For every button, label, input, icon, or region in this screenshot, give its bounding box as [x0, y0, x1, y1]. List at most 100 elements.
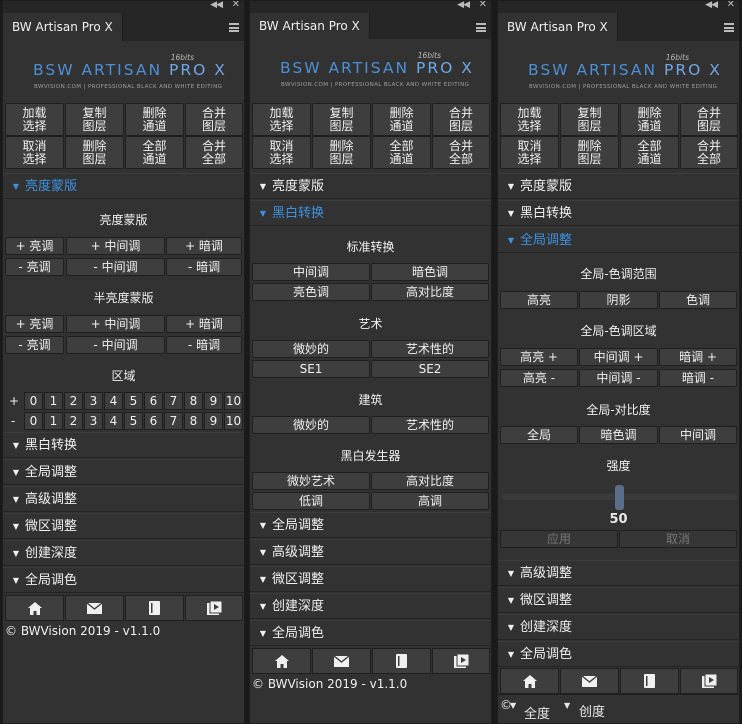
zone-minus-7-button[interactable]: 7 [164, 412, 183, 430]
std-midtone-button[interactable]: 中间调 [252, 263, 370, 281]
half-plus-dark-button[interactable]: + 暗调 [166, 315, 242, 333]
zone-plus-4-button[interactable]: 4 [104, 392, 123, 410]
lum-plus-mid-button[interactable]: + 中间调 [66, 237, 165, 255]
mail-button[interactable] [560, 668, 619, 694]
zone-minus-8-button[interactable]: 8 [184, 412, 203, 430]
gen-high-key-button[interactable]: 高调 [371, 492, 489, 510]
mail-button[interactable] [65, 595, 124, 621]
zone-mid-plus-button[interactable]: 中间调 + [579, 348, 658, 366]
range-highlight-button[interactable]: 高亮 [500, 291, 578, 309]
zone-plus-3-button[interactable]: 3 [84, 392, 103, 410]
zone-highlight-plus-button[interactable]: 高亮 + [500, 348, 578, 366]
mail-button[interactable] [312, 648, 371, 674]
section-create-depth[interactable]: ▼ 创建深度 [498, 614, 739, 640]
home-button[interactable] [500, 668, 559, 694]
top-button-0[interactable]: 加载 选择 [252, 103, 311, 136]
tab-bw-artisan[interactable]: BW Artisan Pro X [250, 13, 370, 39]
half-plus-mid-button[interactable]: + 中间调 [66, 315, 165, 333]
contrast-mid-button[interactable]: 中间调 [659, 426, 737, 444]
section-create-depth[interactable]: ▼ 创建深度 [250, 593, 491, 619]
collapse-icon[interactable]: ◀◀ [705, 1, 718, 10]
panel-menu-icon[interactable] [229, 23, 239, 32]
zone-minus-1-button[interactable]: 1 [44, 412, 63, 430]
std-dark-button[interactable]: 暗色调 [371, 263, 489, 281]
tab-bw-artisan[interactable]: BW Artisan Pro X [498, 13, 618, 41]
close-icon[interactable]: ✕ [479, 1, 487, 10]
zone-plus-8-button[interactable]: 8 [184, 392, 203, 410]
art-se1-button[interactable]: SE1 [252, 360, 370, 378]
gen-subtle-art-button[interactable]: 微妙艺术 [252, 472, 370, 490]
top-button-3[interactable]: 合并 图层 [680, 103, 738, 136]
zone-dark-plus-button[interactable]: 暗调 + [659, 348, 737, 366]
overlay-item-2[interactable]: 创度 [579, 701, 605, 720]
section-bw-convert[interactable]: ▼ 黑白转换 [3, 432, 244, 458]
lum-minus-dark-button[interactable]: - 暗调 [166, 258, 242, 276]
gen-high-contrast-button[interactable]: 高对比度 [371, 472, 489, 490]
top-button-2[interactable]: 删除 通道 [620, 103, 679, 136]
section-micro-adjust[interactable]: ▼ 微区调整 [498, 587, 739, 613]
art-se2-button[interactable]: SE2 [371, 360, 489, 378]
half-minus-dark-button[interactable]: - 暗调 [166, 336, 242, 354]
zone-dark-minus-button[interactable]: 暗调 - [659, 369, 737, 387]
apply-button[interactable]: 应用 [500, 530, 618, 548]
top-button-1[interactable]: 复制 图层 [560, 103, 619, 136]
top-button-1[interactable]: 复制 图层 [65, 103, 124, 136]
gen-low-key-button[interactable]: 低调 [252, 492, 370, 510]
zone-minus-2-button[interactable]: 2 [64, 412, 83, 430]
zone-plus-6-button[interactable]: 6 [144, 392, 163, 410]
section-advanced-adjust[interactable]: ▼ 高级调整 [3, 486, 244, 512]
section-global-adjust[interactable]: ▼ 全局调整 [3, 459, 244, 485]
top-button-4[interactable]: 取消 选择 [500, 136, 559, 169]
section-bw-convert[interactable]: ▼ 黑白转换 [250, 200, 491, 226]
home-button[interactable] [5, 595, 64, 621]
top-button-5[interactable]: 删除 图层 [560, 136, 619, 169]
lum-minus-light-button[interactable]: - 亮调 [5, 258, 64, 276]
top-button-3[interactable]: 合并 图层 [432, 103, 490, 136]
lum-minus-mid-button[interactable]: - 中间调 [66, 258, 165, 276]
book-button[interactable] [125, 595, 184, 621]
zone-minus-10-button[interactable]: 10 [224, 412, 243, 430]
top-button-6[interactable]: 全部 通道 [620, 136, 679, 169]
contrast-global-button[interactable]: 全局 [500, 426, 578, 444]
zone-plus-10-button[interactable]: 10 [224, 392, 243, 410]
lum-plus-light-button[interactable]: + 亮调 [5, 237, 64, 255]
std-light-button[interactable]: 亮色调 [252, 283, 370, 301]
zone-minus-3-button[interactable]: 3 [84, 412, 103, 430]
section-micro-adjust[interactable]: ▼ 微区调整 [3, 513, 244, 539]
close-icon[interactable]: ✕ [727, 1, 735, 10]
zone-plus-2-button[interactable]: 2 [64, 392, 83, 410]
arch-subtle-button[interactable]: 微妙的 [252, 416, 370, 434]
section-bw-convert[interactable]: ▼ 黑白转换 [498, 200, 739, 226]
top-button-5[interactable]: 删除 图层 [312, 136, 371, 169]
collapse-icon[interactable]: ◀◀ [210, 1, 223, 10]
top-button-7[interactable]: 合并 全部 [432, 136, 490, 169]
range-tone-button[interactable]: 色调 [659, 291, 737, 309]
close-icon[interactable]: ✕ [232, 1, 240, 10]
zone-plus-9-button[interactable]: 9 [204, 392, 223, 410]
zone-plus-0-button[interactable]: 0 [24, 392, 43, 410]
top-button-2[interactable]: 删除 通道 [372, 103, 431, 136]
top-button-3[interactable]: 合并 图层 [185, 103, 243, 136]
video-button[interactable] [432, 648, 490, 674]
strength-slider-handle[interactable] [615, 485, 624, 510]
cancel-button[interactable]: 取消 [619, 530, 737, 548]
zone-minus-9-button[interactable]: 9 [204, 412, 223, 430]
top-button-1[interactable]: 复制 图层 [312, 103, 371, 136]
zone-plus-7-button[interactable]: 7 [164, 392, 183, 410]
section-luminosity[interactable]: ▼ 亮度蒙版 [250, 173, 491, 199]
panel-menu-icon[interactable] [476, 23, 486, 32]
top-button-0[interactable]: 加载 选择 [500, 103, 559, 136]
section-luminosity[interactable]: ▼ 亮度蒙版 [3, 173, 244, 199]
collapse-icon[interactable]: ◀◀ [457, 1, 470, 10]
section-global-adjust[interactable]: ▼ 全局调整 [498, 227, 739, 253]
section-global-adjust[interactable]: ▼ 全局调整 [250, 512, 491, 538]
top-button-4[interactable]: 取消 选择 [5, 136, 64, 169]
video-button[interactable] [185, 595, 243, 621]
overlay-item-1[interactable]: 全度 [524, 703, 550, 722]
arch-artistic-button[interactable]: 艺术性的 [371, 416, 489, 434]
section-advanced-adjust[interactable]: ▼ 高级调整 [498, 560, 739, 586]
art-artistic-button[interactable]: 艺术性的 [371, 340, 489, 358]
art-subtle-button[interactable]: 微妙的 [252, 340, 370, 358]
top-button-2[interactable]: 删除 通道 [125, 103, 184, 136]
zone-plus-5-button[interactable]: 5 [124, 392, 143, 410]
